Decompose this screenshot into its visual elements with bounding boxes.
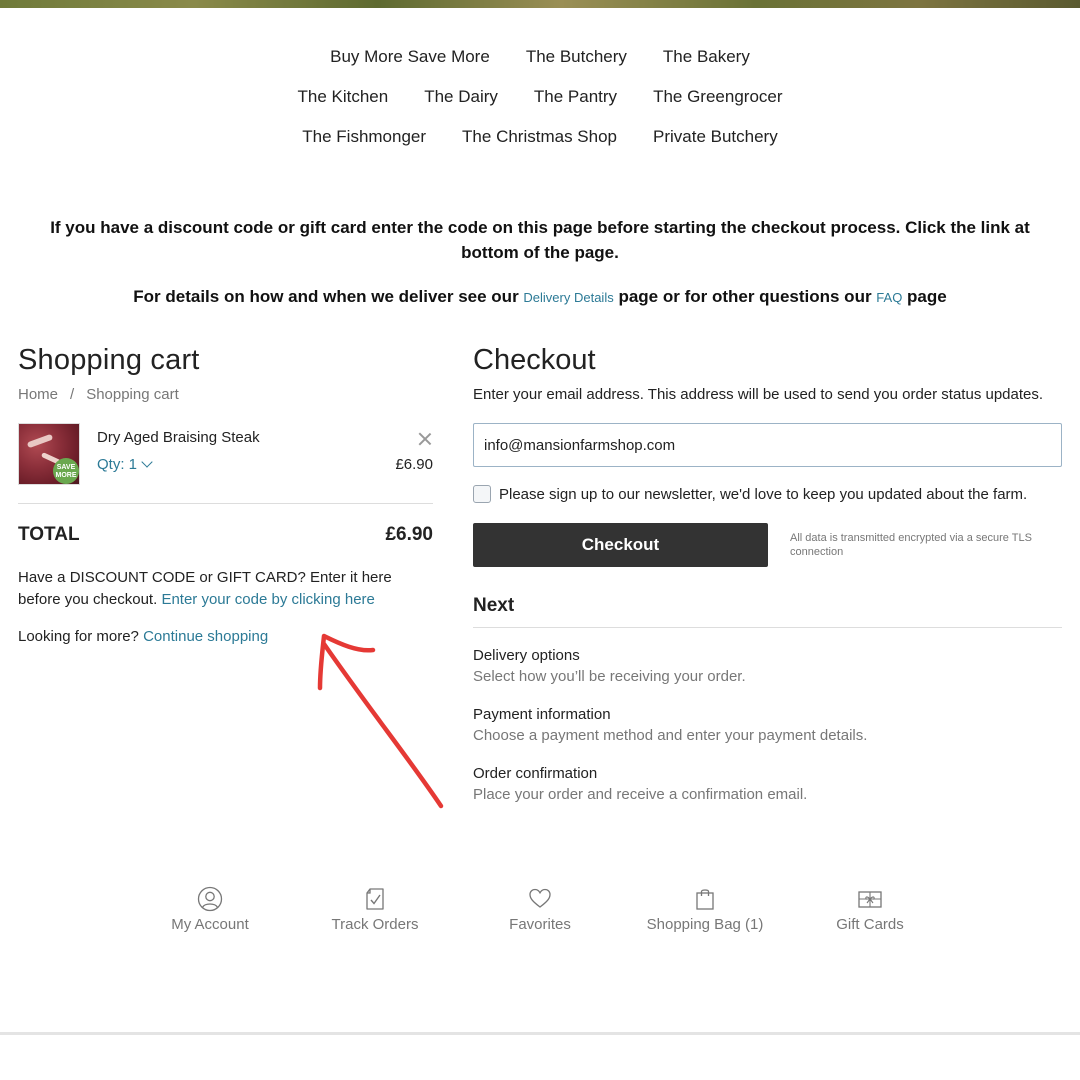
newsletter-checkbox[interactable] bbox=[473, 485, 491, 503]
checkout-actions: Checkout All data is transmitted encrypt… bbox=[473, 523, 1063, 567]
faq-link[interactable]: FAQ bbox=[876, 290, 902, 305]
more-text: Looking for more? bbox=[18, 628, 144, 645]
remove-item-close-icon[interactable] bbox=[417, 431, 433, 447]
my-account-label: My Account bbox=[171, 916, 249, 933]
track-orders-link[interactable]: Track Orders bbox=[328, 886, 422, 933]
favorites-link[interactable]: Favorites bbox=[505, 886, 575, 933]
newsletter-label: Please sign up to our newsletter, we'd l… bbox=[499, 485, 1028, 503]
my-account-link[interactable]: My Account bbox=[168, 886, 252, 933]
cart-item: SAVE MORE Dry Aged Braising Steak Qty: 1… bbox=[18, 423, 433, 485]
nav-link-buy-more-save-more[interactable]: Buy More Save More bbox=[330, 44, 490, 70]
product-name[interactable]: Dry Aged Braising Steak bbox=[97, 429, 260, 446]
next-steps-heading: Next bbox=[473, 595, 1062, 628]
quantity-dropdown[interactable]: Qty: 1 bbox=[97, 456, 153, 473]
category-nav-row: The Kitchen The Dairy The Pantry The Gre… bbox=[0, 84, 1080, 124]
breadcrumb-current: Shopping cart bbox=[86, 386, 179, 403]
total-value: £6.90 bbox=[385, 524, 433, 545]
gift-cards-link[interactable]: Gift Cards bbox=[833, 886, 907, 933]
nav-link-christmas-shop[interactable]: The Christmas Shop bbox=[462, 124, 617, 150]
checkout-intro: Enter your email address. This address w… bbox=[473, 386, 1044, 403]
category-nav-row: Buy More Save More The Butchery The Bake… bbox=[0, 44, 1080, 84]
discount-prompt: Have a DISCOUNT CODE or GIFT CARD? Enter… bbox=[18, 567, 433, 611]
heart-icon bbox=[529, 888, 551, 908]
step-delivery-options: Delivery options Select how you’ll be re… bbox=[473, 646, 1063, 688]
email-field[interactable] bbox=[473, 423, 1062, 467]
secure-connection-note: All data is transmitted encrypted via a … bbox=[790, 532, 1032, 558]
checkout-panel: Checkout Enter your email address. This … bbox=[473, 340, 1063, 806]
nav-link-butchery[interactable]: The Butchery bbox=[526, 44, 627, 70]
user-icon bbox=[197, 886, 223, 912]
step-title: Order confirmation bbox=[473, 765, 598, 782]
shopping-cart-panel: Shopping cart Home / Shopping cart SAVE … bbox=[18, 340, 433, 645]
nav-link-dairy[interactable]: The Dairy bbox=[424, 84, 498, 110]
cart-total: TOTAL £6.90 bbox=[18, 524, 433, 546]
shopping-bag-icon bbox=[696, 889, 714, 910]
newsletter-option[interactable]: Please sign up to our newsletter, we'd l… bbox=[473, 485, 1063, 503]
cart-title: Shopping cart bbox=[18, 344, 200, 376]
product-thumbnail[interactable]: SAVE MORE bbox=[18, 423, 80, 485]
checkout-button[interactable]: Checkout bbox=[473, 523, 768, 567]
favorites-label: Favorites bbox=[509, 916, 571, 933]
step-title: Payment information bbox=[473, 706, 611, 723]
delivery-notice: For details on how and when we deliver s… bbox=[0, 284, 1080, 310]
delivery-notice-middle: page or for other questions our bbox=[613, 287, 877, 306]
divider bbox=[18, 503, 433, 504]
step-title: Delivery options bbox=[473, 647, 580, 664]
clipboard-check-icon bbox=[366, 888, 384, 910]
save-more-badge: SAVE MORE bbox=[53, 458, 79, 484]
category-nav-row: The Fishmonger The Christmas Shop Privat… bbox=[0, 124, 1080, 164]
step-payment-information: Payment information Choose a payment met… bbox=[473, 705, 1063, 747]
nav-link-kitchen[interactable]: The Kitchen bbox=[297, 84, 388, 110]
step-description: Choose a payment method and enter your p… bbox=[473, 727, 868, 744]
gift-card-icon bbox=[858, 891, 882, 908]
chevron-down-icon bbox=[141, 456, 153, 468]
step-order-confirmation: Order confirmation Place your order and … bbox=[473, 764, 1063, 806]
nav-link-fishmonger[interactable]: The Fishmonger bbox=[302, 124, 426, 150]
nav-link-private-butchery[interactable]: Private Butchery bbox=[653, 124, 778, 150]
delivery-notice-prefix: For details on how and when we deliver s… bbox=[133, 287, 524, 306]
nav-link-greengrocer[interactable]: The Greengrocer bbox=[653, 84, 782, 110]
nav-link-bakery[interactable]: The Bakery bbox=[663, 44, 750, 70]
shopping-bag-label: Shopping Bag (1) bbox=[646, 916, 764, 933]
delivery-details-link[interactable]: Delivery Details bbox=[523, 290, 613, 305]
track-orders-label: Track Orders bbox=[331, 916, 419, 933]
breadcrumb: Home / Shopping cart bbox=[18, 386, 433, 403]
breadcrumb-home[interactable]: Home bbox=[18, 386, 58, 403]
total-label: TOTAL bbox=[18, 524, 80, 545]
nav-link-pantry[interactable]: The Pantry bbox=[534, 84, 617, 110]
annotation-arrow-icon bbox=[317, 633, 444, 809]
item-price: £6.90 bbox=[395, 456, 433, 473]
gift-cards-label: Gift Cards bbox=[836, 916, 904, 933]
enter-discount-code-link[interactable]: Enter your code by clicking here bbox=[161, 591, 374, 608]
shopping-bag-link[interactable]: Shopping Bag (1) bbox=[645, 886, 765, 933]
step-description: Select how you’ll be receiving your orde… bbox=[473, 668, 746, 685]
hero-banner-strip bbox=[0, 0, 1080, 8]
continue-shopping-link[interactable]: Continue shopping bbox=[143, 628, 268, 645]
category-nav: Buy More Save More The Butchery The Bake… bbox=[0, 44, 1080, 164]
step-description: Place your order and receive a confirmat… bbox=[473, 786, 808, 803]
quantity-label: Qty: 1 bbox=[97, 456, 138, 473]
thumbnail-marbling bbox=[26, 433, 54, 449]
footer-divider bbox=[0, 1032, 1080, 1080]
delivery-notice-suffix: page bbox=[902, 287, 947, 306]
checkout-title: Checkout bbox=[473, 344, 596, 376]
discount-notice: If you have a discount code or gift card… bbox=[50, 218, 1030, 262]
breadcrumb-separator: / bbox=[70, 386, 75, 403]
